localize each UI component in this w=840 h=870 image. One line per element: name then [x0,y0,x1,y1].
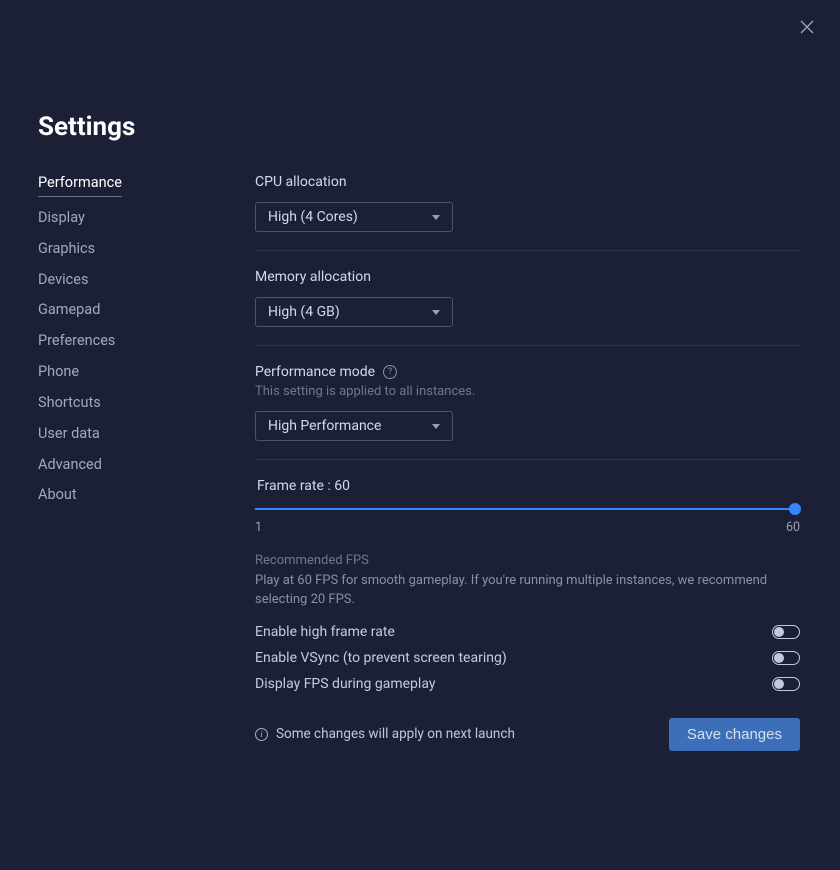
memory-allocation-value: High (4 GB) [268,304,340,320]
performance-mode-label: Performance mode ? [255,364,800,380]
slider-min: 1 [255,520,262,535]
sidebar-item-devices[interactable]: Devices [38,271,88,290]
toggle-knob [774,653,784,663]
sidebar-item-preferences[interactable]: Preferences [38,332,115,351]
sidebar-item-graphics[interactable]: Graphics [38,240,95,259]
performance-mode-value: High Performance [268,418,381,434]
frame-rate-slider[interactable] [255,502,800,516]
chevron-down-icon [432,310,440,315]
recommended-fps-title: Recommended FPS [255,553,800,568]
toggle-knob [774,627,784,637]
info-message: i Some changes will apply on next launch [255,726,515,742]
high-frame-rate-toggle[interactable] [772,625,800,639]
memory-allocation-label: Memory allocation [255,269,800,285]
sidebar-item-display[interactable]: Display [38,209,85,228]
sidebar-item-about[interactable]: About [38,486,77,505]
performance-mode-hint: This setting is applied to all instances… [255,384,800,399]
sidebar-item-advanced[interactable]: Advanced [38,456,102,475]
cpu-allocation-value: High (4 Cores) [268,209,358,225]
display-fps-toggle[interactable] [772,677,800,691]
vsync-toggle[interactable] [772,651,800,665]
sidebar-item-user-data[interactable]: User data [38,425,100,444]
recommended-fps-text: Play at 60 FPS for smooth gameplay. If y… [255,572,800,610]
sidebar: Performance Display Graphics Devices Gam… [38,174,255,840]
slider-track [255,508,800,510]
sidebar-item-phone[interactable]: Phone [38,363,79,382]
main-panel: CPU allocation High (4 Cores) Memory all… [255,174,800,840]
page-title: Settings [38,112,800,142]
sidebar-item-shortcuts[interactable]: Shortcuts [38,394,101,413]
chevron-down-icon [432,424,440,429]
slider-thumb[interactable] [789,503,801,515]
performance-mode-select[interactable]: High Performance [255,411,453,441]
close-icon [800,20,814,34]
slider-max: 60 [786,520,800,535]
memory-allocation-select[interactable]: High (4 GB) [255,297,453,327]
info-icon: i [255,728,268,741]
close-button[interactable] [800,20,814,34]
save-changes-button[interactable]: Save changes [669,718,800,751]
cpu-allocation-select[interactable]: High (4 Cores) [255,202,453,232]
high-frame-rate-label: Enable high frame rate [255,624,395,640]
sidebar-item-performance[interactable]: Performance [38,174,122,197]
toggle-knob [774,679,784,689]
frame-rate-label: Frame rate : 60 [255,478,800,494]
vsync-label: Enable VSync (to prevent screen tearing) [255,650,507,666]
display-fps-label: Display FPS during gameplay [255,676,435,692]
help-icon[interactable]: ? [383,365,397,379]
cpu-allocation-label: CPU allocation [255,174,800,190]
chevron-down-icon [432,215,440,220]
sidebar-item-gamepad[interactable]: Gamepad [38,301,100,320]
